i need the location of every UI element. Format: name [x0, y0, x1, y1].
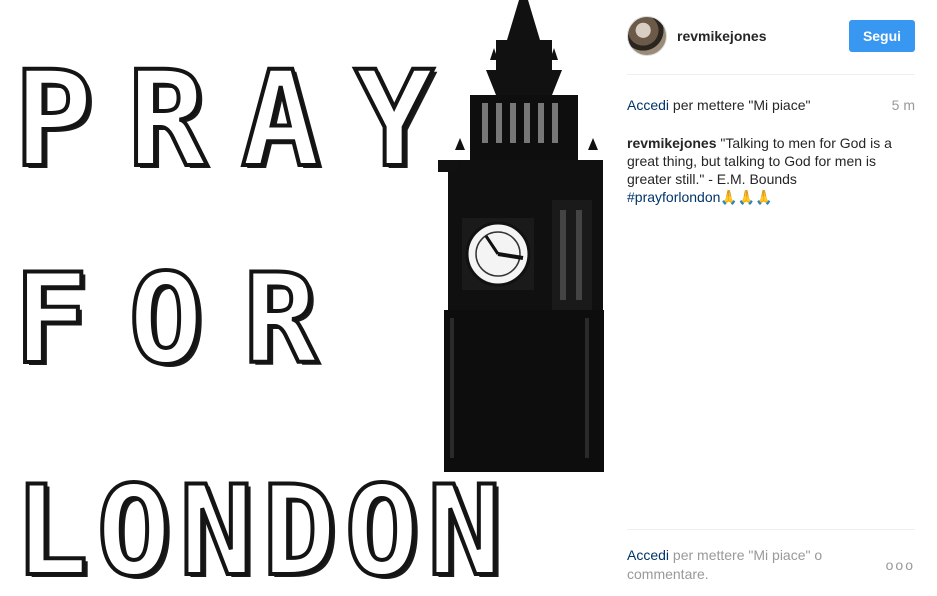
like-prompt-text: per mettere "Mi piace" [669, 97, 811, 113]
like-prompt: Accedi per mettere "Mi piace" [627, 96, 810, 114]
post-caption: revmikejones "Talking to men for God is … [627, 134, 919, 206]
header-divider [627, 74, 915, 75]
avatar[interactable] [627, 16, 667, 56]
footer-login-link[interactable]: Accedi [627, 547, 669, 563]
post-side-panel: revmikejones Segui Accedi per mettere "M… [605, 0, 937, 596]
header-username[interactable]: revmikejones [677, 28, 849, 44]
poster-word-for: FOR [12, 248, 358, 392]
post-header: revmikejones Segui [627, 15, 915, 57]
post-timestamp[interactable]: 5 m [892, 96, 915, 114]
footer-row: Accedi per mettere "Mi piace" o commenta… [627, 546, 915, 584]
footer-login-prompt: Accedi per mettere "Mi piace" o commenta… [627, 546, 867, 584]
poster-word-pray: PRAY [12, 43, 468, 197]
post-image[interactable]: PRAY FOR LONDON [0, 0, 605, 596]
caption-emoji: 🙏🙏🙏 [720, 189, 773, 205]
more-options-icon[interactable]: ooo [886, 556, 915, 575]
poster-word-london: LONDON [12, 460, 510, 596]
login-link[interactable]: Accedi [627, 97, 669, 113]
follow-button[interactable]: Segui [849, 20, 915, 52]
footer-divider [627, 529, 915, 530]
like-prompt-row: Accedi per mettere "Mi piace" 5 m [627, 96, 915, 114]
caption-username[interactable]: revmikejones [627, 135, 717, 151]
caption-hashtag[interactable]: #prayforlondon [627, 189, 720, 205]
